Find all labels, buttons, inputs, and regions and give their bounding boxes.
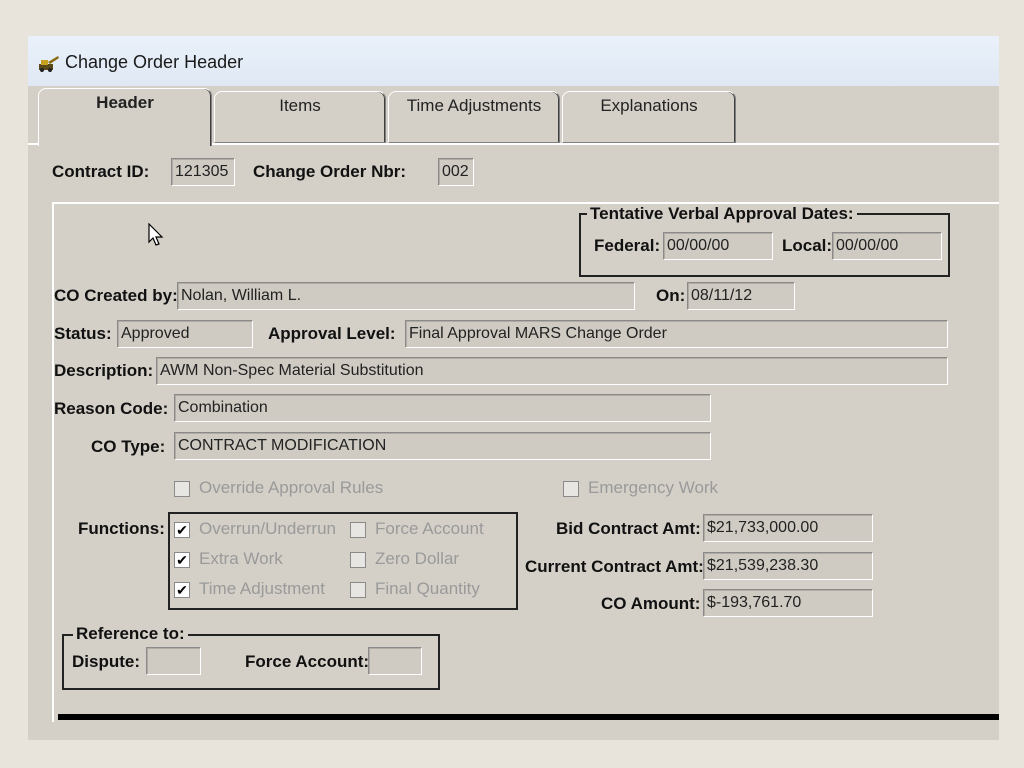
extra-work-checkbox[interactable]: ✔ bbox=[174, 552, 190, 568]
dispute-field[interactable] bbox=[146, 647, 201, 675]
tab-items[interactable]: Items bbox=[214, 91, 386, 143]
change-order-nbr-label: Change Order Nbr: bbox=[253, 162, 407, 181]
override-approval-checkbox[interactable] bbox=[174, 481, 190, 497]
current-contract-amt-field[interactable]: $21,539,238.30 bbox=[703, 552, 873, 580]
on-date-label: On: bbox=[656, 286, 686, 305]
bid-contract-amt-label: Bid Contract Amt: bbox=[556, 519, 701, 538]
contract-id-field[interactable]: 121305 bbox=[171, 158, 235, 186]
bid-contract-amt-field[interactable]: $21,733,000.00 bbox=[703, 514, 873, 542]
co-created-by-label: CO Created by: bbox=[54, 286, 178, 305]
force-account-checkbox[interactable] bbox=[350, 522, 366, 538]
status-label: Status: bbox=[54, 324, 112, 343]
tentative-approval-title: Tentative Verbal Approval Dates: bbox=[587, 204, 857, 224]
construction-app-icon bbox=[38, 54, 60, 77]
override-approval-label: Override Approval Rules bbox=[199, 478, 384, 497]
local-date-field[interactable]: 00/00/00 bbox=[832, 232, 942, 260]
emergency-work-checkbox[interactable] bbox=[563, 481, 579, 497]
force-account-ref-field[interactable] bbox=[368, 647, 422, 675]
reason-code-label: Reason Code: bbox=[54, 399, 169, 418]
time-adjustment-label: Time Adjustment bbox=[199, 579, 325, 598]
federal-label: Federal: bbox=[594, 236, 661, 255]
force-account-label: Force Account bbox=[375, 519, 484, 538]
title-bar: Change Order Header bbox=[28, 36, 999, 86]
approval-level-field[interactable]: Final Approval MARS Change Order bbox=[405, 320, 948, 348]
co-type-field[interactable]: CONTRACT MODIFICATION bbox=[174, 432, 711, 460]
mouse-pointer-icon bbox=[148, 222, 164, 252]
overrun-underrun-checkbox[interactable]: ✔ bbox=[174, 522, 190, 538]
co-type-label: CO Type: bbox=[91, 437, 166, 456]
local-label: Local: bbox=[782, 236, 833, 255]
functions-label: Functions: bbox=[78, 519, 165, 538]
window-title: Change Order Header bbox=[65, 52, 244, 72]
status-field[interactable]: Approved bbox=[117, 320, 253, 348]
current-contract-amt-label: Current Contract Amt: bbox=[525, 557, 704, 576]
force-account-ref-label: Force Account: bbox=[245, 652, 370, 671]
federal-date-field[interactable]: 00/00/00 bbox=[663, 232, 773, 260]
zero-dollar-label: Zero Dollar bbox=[375, 549, 460, 568]
co-created-by-field[interactable]: Nolan, William L. bbox=[177, 282, 635, 310]
final-quantity-checkbox[interactable] bbox=[350, 582, 366, 598]
co-amount-field[interactable]: $-193,761.70 bbox=[703, 589, 873, 617]
tab-explanations[interactable]: Explanations bbox=[562, 91, 736, 143]
zero-dollar-checkbox[interactable] bbox=[350, 552, 366, 568]
description-field[interactable]: AWM Non-Spec Material Substitution bbox=[156, 357, 948, 385]
change-order-nbr-field[interactable]: 002 bbox=[438, 158, 474, 186]
approval-level-label: Approval Level: bbox=[268, 324, 396, 343]
description-label: Description: bbox=[54, 361, 154, 380]
emergency-work-label: Emergency Work bbox=[588, 478, 719, 497]
tab-header[interactable]: Header bbox=[38, 88, 212, 146]
extra-work-label: Extra Work bbox=[199, 549, 283, 568]
change-order-window: Change Order Header Header Items Time Ad… bbox=[28, 36, 999, 740]
time-adjustment-checkbox[interactable]: ✔ bbox=[174, 582, 190, 598]
reason-code-field[interactable]: Combination bbox=[174, 394, 711, 422]
final-quantity-label: Final Quantity bbox=[375, 579, 480, 598]
co-amount-label: CO Amount: bbox=[601, 594, 701, 613]
on-date-field[interactable]: 08/11/12 bbox=[687, 282, 795, 310]
dispute-label: Dispute: bbox=[72, 652, 140, 671]
tab-time-adjustments[interactable]: Time Adjustments bbox=[388, 91, 560, 143]
contract-id-label: Contract ID: bbox=[52, 162, 150, 181]
bottom-divider bbox=[58, 714, 999, 720]
reference-title: Reference to: bbox=[73, 624, 188, 644]
overrun-underrun-label: Overrun/Underrun bbox=[199, 519, 337, 538]
